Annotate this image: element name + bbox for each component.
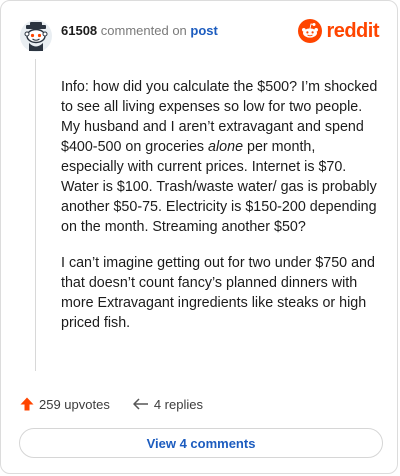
upvotes-count: 259 upvotes xyxy=(39,396,110,412)
reddit-snoo-avatar-icon[interactable] xyxy=(19,19,53,53)
upvotes-button[interactable]: 259 upvotes xyxy=(19,396,110,412)
paragraph1-emphasis: alone xyxy=(208,139,244,155)
reddit-alien-logo-icon xyxy=(298,19,323,43)
comment-meta: 61508 commented on post xyxy=(61,23,218,39)
commented-on-text: commented on xyxy=(100,23,187,38)
comment-username[interactable]: 61508 xyxy=(61,23,97,38)
comment-card: 61508 commented on post reddit Info: how… xyxy=(0,0,398,474)
comment-header: 61508 commented on post reddit xyxy=(19,15,379,55)
comment-paragraph-2: I can’t imagine getting out for two unde… xyxy=(61,255,375,331)
thread-line xyxy=(35,59,36,371)
view-comments-button[interactable]: View 4 comments xyxy=(19,428,383,458)
comment-actions: 259 upvotes 4 replies xyxy=(19,393,225,415)
post-link[interactable]: post xyxy=(190,23,217,38)
reply-arrow-icon xyxy=(133,398,148,410)
replies-count: 4 replies xyxy=(153,396,203,412)
comment-paragraph-1: Info: how did you calculate the $500? I’… xyxy=(61,77,379,237)
reddit-brand-logo[interactable]: reddit xyxy=(298,19,379,43)
upvote-arrow-icon xyxy=(20,397,34,411)
reddit-wordmark: reddit xyxy=(326,19,379,42)
replies-button[interactable]: 4 replies xyxy=(132,396,203,412)
comment-body: Info: how did you calculate the $500? I’… xyxy=(61,77,379,349)
